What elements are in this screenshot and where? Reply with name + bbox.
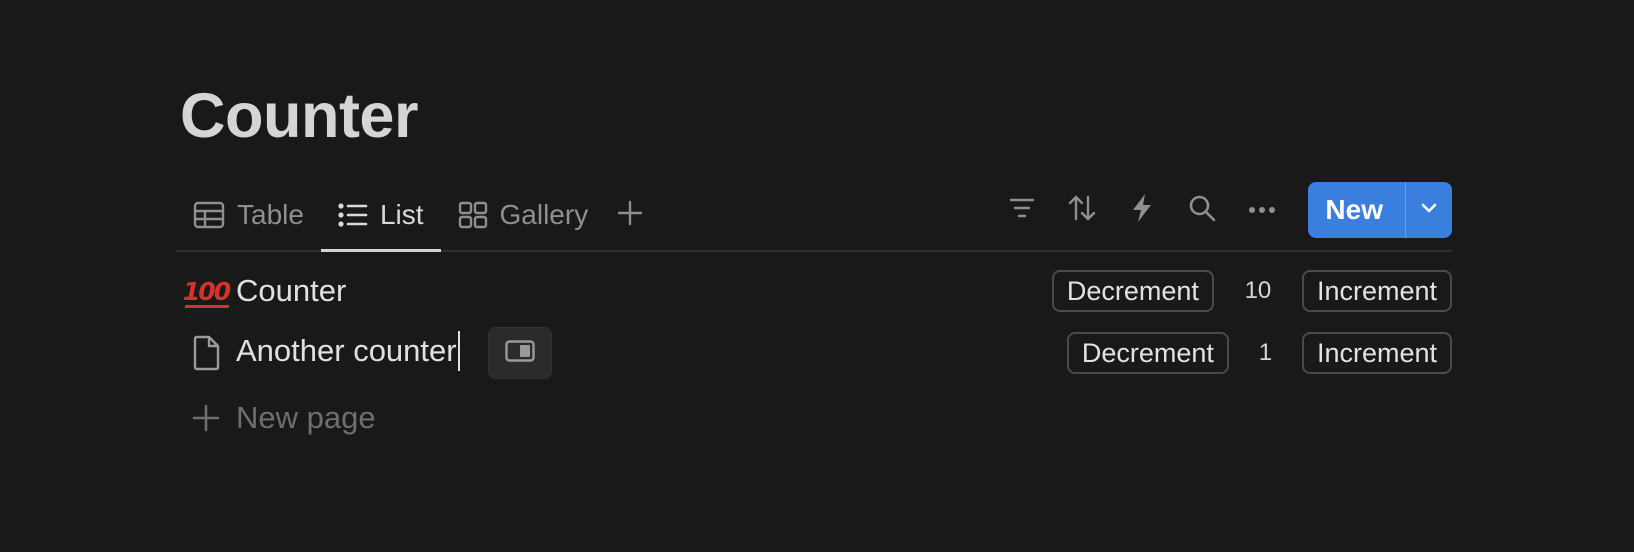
- view-toolbar: New: [992, 182, 1452, 238]
- hundred-points-emoji-icon: 100: [182, 276, 231, 306]
- tab-label: Gallery: [499, 199, 589, 230]
- new-page-label: New page: [236, 400, 376, 435]
- list-icon: [338, 202, 368, 228]
- new-options-button[interactable]: [1405, 182, 1452, 238]
- item-title-editing[interactable]: Another counter: [236, 331, 460, 373]
- automation-icon: [1131, 193, 1153, 228]
- view-bar: Table List Gallery New: [176, 180, 1452, 252]
- filter-icon: [1008, 196, 1036, 225]
- increment-button[interactable]: Increment: [1301, 332, 1452, 374]
- count-value: 1: [1258, 339, 1273, 366]
- tab-label: List: [379, 199, 424, 230]
- table-icon: [193, 201, 225, 229]
- chevron-down-icon: [1420, 201, 1438, 219]
- list-item[interactable]: 100 Counter Decrement 10 Increment: [176, 263, 1452, 319]
- item-title[interactable]: Counter: [236, 273, 346, 309]
- sort-button[interactable]: [1052, 182, 1112, 238]
- tab-table[interactable]: Table: [176, 180, 321, 250]
- sort-icon: [1067, 194, 1097, 227]
- new-button-group: New: [1308, 182, 1452, 238]
- tab-gallery[interactable]: Gallery: [441, 180, 606, 250]
- more-icon: [1248, 201, 1276, 219]
- item-title: Another counter: [236, 333, 457, 369]
- page-title: Counter: [180, 81, 418, 151]
- page-icon: [178, 325, 234, 381]
- more-button[interactable]: [1232, 182, 1292, 238]
- search-icon: [1188, 194, 1216, 227]
- new-page-button[interactable]: New page: [176, 390, 376, 446]
- automation-button[interactable]: [1112, 182, 1172, 238]
- side-peek-icon: [504, 339, 535, 367]
- plus-icon: [178, 390, 234, 446]
- decrement-button[interactable]: Decrement: [1051, 270, 1214, 312]
- increment-button[interactable]: Increment: [1301, 270, 1452, 312]
- plus-icon: [617, 200, 643, 231]
- tab-label: Table: [237, 199, 304, 230]
- add-view-button[interactable]: [605, 180, 655, 250]
- count-value: 10: [1244, 277, 1272, 304]
- list-item[interactable]: Another counter Decrement 1 Increment: [176, 325, 1452, 381]
- search-button[interactable]: [1172, 182, 1232, 238]
- open-side-peek-button[interactable]: [487, 327, 552, 379]
- filter-button[interactable]: [992, 182, 1052, 238]
- text-cursor: [457, 331, 460, 371]
- page: Counter Table List Gallery New 100 Count…: [0, 0, 1634, 552]
- decrement-button[interactable]: Decrement: [1066, 332, 1229, 374]
- item-properties: Decrement 10 Increment: [1051, 263, 1452, 319]
- new-button[interactable]: New: [1308, 182, 1405, 238]
- view-tabs: Table List Gallery: [176, 180, 655, 252]
- item-properties: Decrement 1 Increment: [1066, 325, 1452, 381]
- gallery-icon: [458, 201, 488, 229]
- tab-list[interactable]: List: [320, 180, 441, 252]
